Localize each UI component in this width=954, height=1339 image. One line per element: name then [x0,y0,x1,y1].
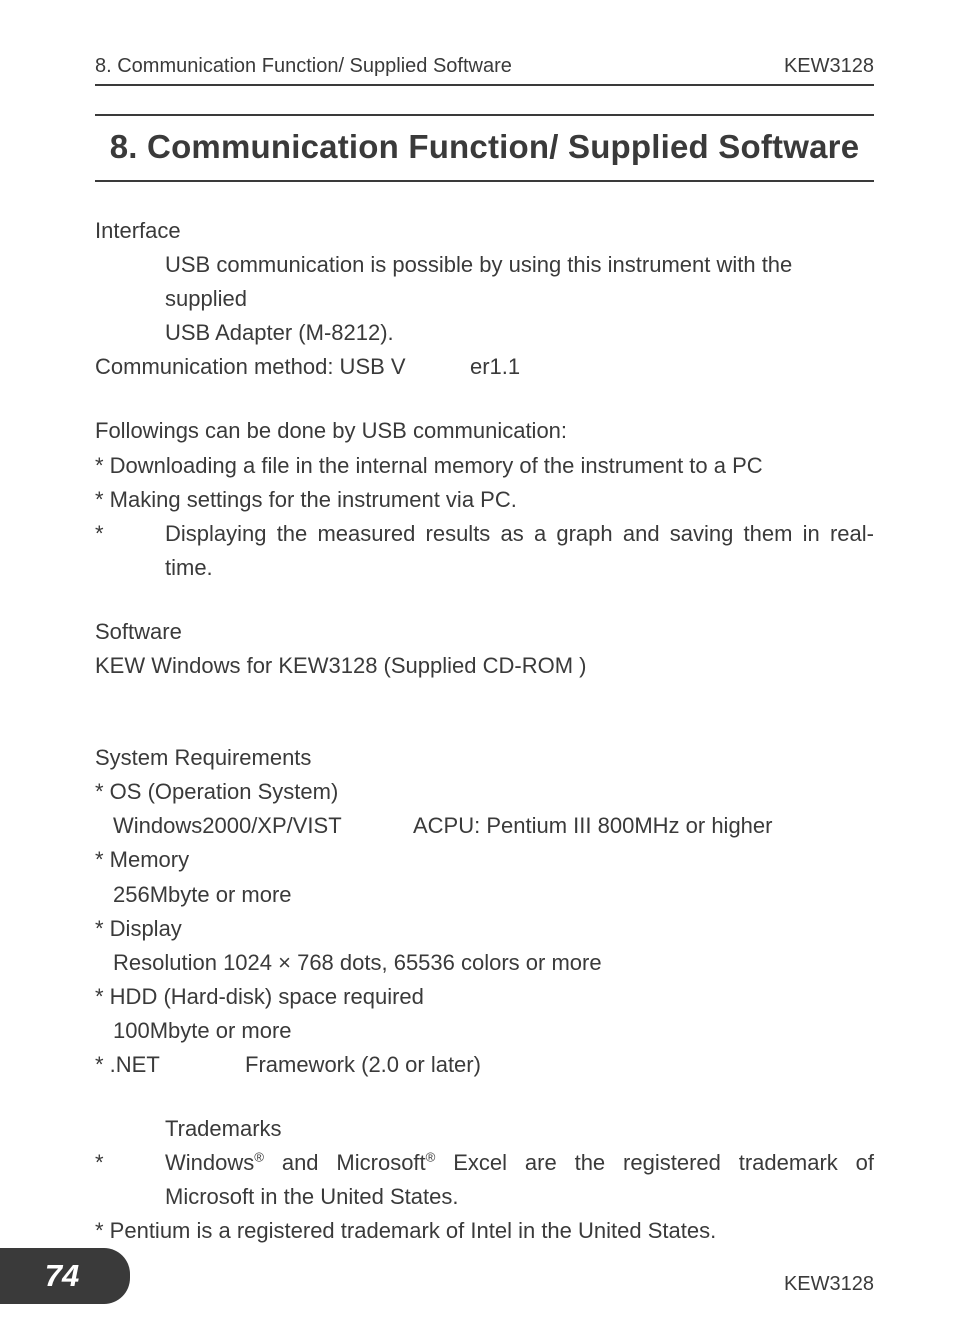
sysreq-os-right: ACPU: Pentium III 800MHz or higher [413,809,874,843]
sysreq-os-label: * OS (Operation System) [95,775,874,809]
header-section: 8. Communication Function/ Supplied Soft… [95,55,512,78]
chapter-title: 8. Communication Function/ Supplied Soft… [95,128,874,166]
comm-method-version: er1.1 [415,350,874,384]
bullet-asterisk: * [95,1146,165,1214]
sysreq-net-right: Framework (2.0 or later) [245,1048,481,1082]
sysreq-disp-label: * Display [95,912,874,946]
followings-bullet-2: * Making settings for the instrument via… [95,483,874,517]
sysreq-disp-val: Resolution 1024 × 768 dots, 65536 colors… [95,946,874,980]
comm-method-label: Communication method: USB V [95,350,415,384]
chapter-title-box: 8. Communication Function/ Supplied Soft… [95,114,874,182]
bullet-text: Displaying the measured results as a gra… [165,517,874,585]
page-footer: 74 KEW3128 [95,1248,874,1304]
header-model: KEW3128 [784,55,874,78]
followings-intro: Followings can be done by USB communicat… [95,414,874,448]
trademarks-heading: Trademarks [165,1112,874,1146]
sysreq-net-left: * .NET [95,1048,245,1082]
trademark-line-1: * Windows® and Microsoft® Excel are the … [95,1146,874,1214]
sysreq-hdd-label: * HDD (Hard-disk) space required [95,980,874,1014]
software-heading: Software [95,615,874,649]
sysreq-hdd-val: 100Mbyte or more [95,1014,874,1048]
interface-line1: USB communication is possible by using t… [165,248,874,316]
interface-line2: USB Adapter (M-8212). [165,316,874,350]
footer-model: KEW3128 [784,1273,874,1304]
followings-bullet-3: * Displaying the measured results as a g… [95,517,874,585]
followings-bullet-1: * Downloading a file in the internal mem… [95,449,874,483]
trademark-text-1: Windows® and Microsoft® Excel are the re… [165,1146,874,1214]
software-line: KEW Windows for KEW3128 (Supplied CD-ROM… [95,649,874,683]
body-content: Interface USB communication is possible … [95,214,874,1248]
page-number-badge: 74 [0,1248,130,1304]
bullet-asterisk: * [95,517,165,585]
sysreq-os-left: Windows2000/XP/VIST [113,809,413,843]
trademark-line-2: * Pentium is a registered trademark of I… [95,1214,874,1248]
running-header: 8. Communication Function/ Supplied Soft… [95,55,874,86]
sysreq-heading: System Requirements [95,741,874,775]
sysreq-mem-val: 256Mbyte or more [95,878,874,912]
sysreq-mem-label: * Memory [95,843,874,877]
interface-heading: Interface [95,214,874,248]
